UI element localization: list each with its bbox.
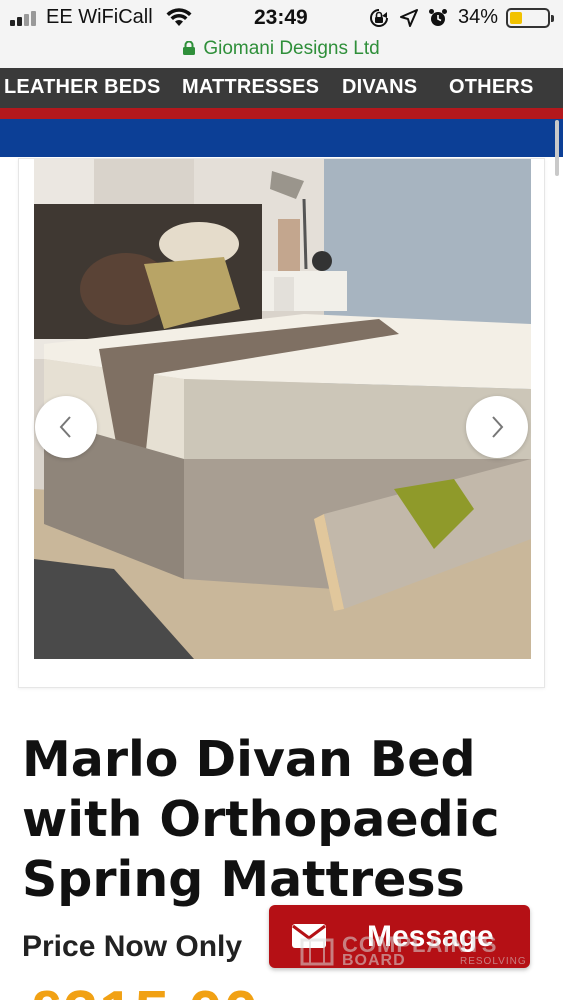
lock-icon (183, 41, 196, 55)
product-gallery (18, 158, 545, 688)
divan-bed-photo (34, 159, 531, 659)
nav-item-others[interactable]: OTHERS (449, 76, 534, 99)
site-identity[interactable]: Giomani Designs Ltd (0, 38, 563, 60)
carousel-prev-button[interactable] (35, 396, 97, 458)
watermark-logo-icon (300, 938, 334, 966)
nav-item-leather-beds[interactable]: LEATHER BEDS (4, 76, 160, 99)
price-label: Price Now Only (22, 930, 243, 963)
product-photo[interactable] (34, 159, 531, 659)
clock: 23:49 (254, 6, 308, 29)
header-stripe-blue (0, 119, 563, 157)
watermark: COMPLAINTS BOARD RESOLVING (300, 930, 530, 972)
alarm-icon (429, 9, 447, 26)
price-value: £315.00 (28, 978, 259, 1000)
page-scrollbar[interactable] (555, 120, 559, 176)
product-title-line: Spring Mattress (22, 851, 465, 908)
status-bar: EE WiFiCall 23:49 34% (0, 0, 563, 36)
product-title: Marlo Divan Bed with Orthopaedic Spring … (22, 730, 542, 910)
product-title-line: Marlo Divan Bed (22, 731, 476, 788)
main-navigation: LEATHER BEDS MATTRESSES DIVANS OTHERS (0, 68, 563, 108)
watermark-text: BOARD (342, 952, 406, 969)
chevron-right-icon (492, 416, 504, 438)
battery-icon (506, 8, 554, 28)
screen-rotation-lock-icon (370, 9, 388, 27)
wifi-icon (166, 8, 192, 26)
site-name: Giomani Designs Ltd (203, 38, 380, 59)
address-bar[interactable]: Giomani Designs Ltd (0, 36, 563, 68)
location-arrow-icon (400, 9, 418, 27)
product-title-line: with Orthopaedic (22, 791, 500, 848)
signal-icon (10, 10, 40, 26)
battery-level-fill (510, 12, 522, 24)
header-stripe-red (0, 108, 563, 119)
chevron-left-icon (59, 416, 71, 438)
carousel-next-button[interactable] (466, 396, 528, 458)
battery-percent: 34% (458, 6, 499, 28)
nav-item-mattresses[interactable]: MATTRESSES (182, 76, 319, 99)
carrier-name: EE WiFiCall (46, 6, 153, 28)
watermark-text: RESOLVING (460, 956, 527, 967)
nav-item-divans[interactable]: DIVANS (342, 76, 417, 99)
